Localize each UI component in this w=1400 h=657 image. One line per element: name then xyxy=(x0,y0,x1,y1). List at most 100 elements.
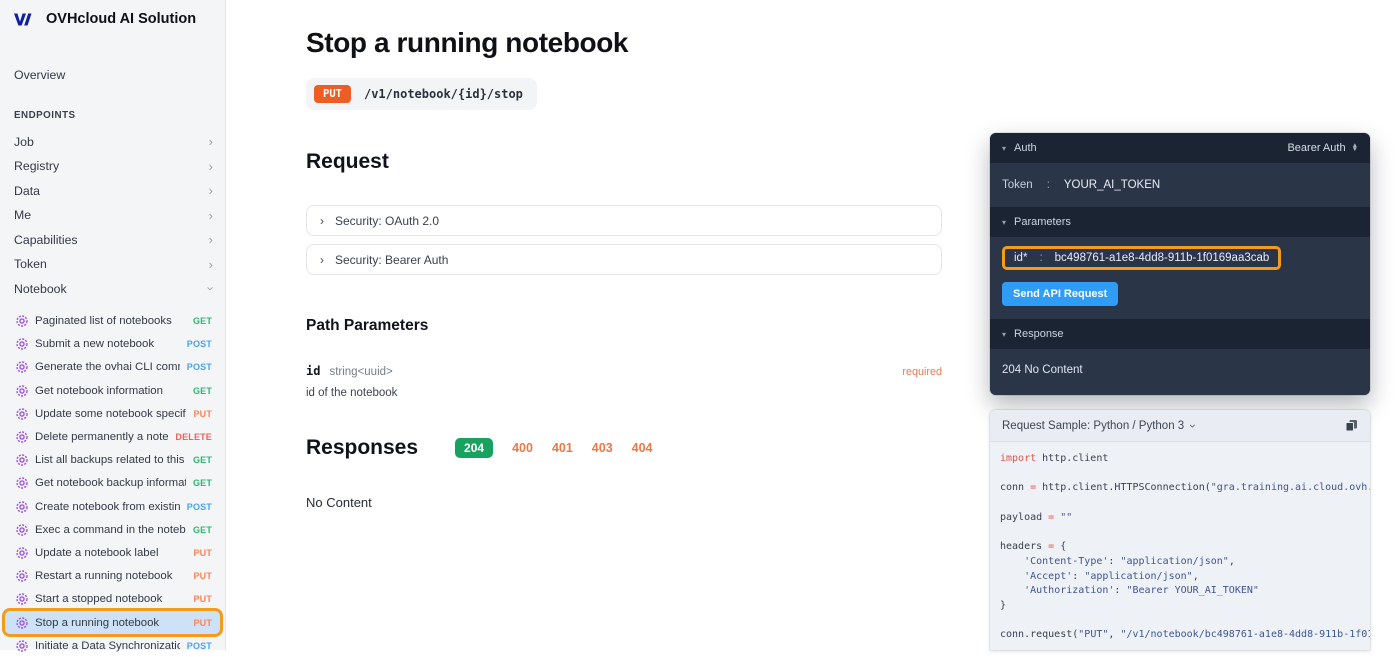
sidebar-item-capabilities[interactable]: Capabilities › xyxy=(0,228,225,253)
target-circle-icon xyxy=(16,338,28,350)
auth-section-label: Auth xyxy=(1014,142,1037,154)
sidebar-item-submit-a-new-notebook[interactable]: Submit a new notebook POST xyxy=(5,333,220,355)
response-code-tab-400[interactable]: 400 xyxy=(512,441,533,455)
send-api-request-button[interactable]: Send API Request xyxy=(1002,282,1119,306)
sidebar-item-update-a-notebook-label[interactable]: Update a notebook label PUT xyxy=(5,542,220,564)
app-title: OVHcloud AI Solution xyxy=(46,11,197,27)
group-label: Job xyxy=(14,134,34,149)
copy-icon[interactable] xyxy=(1345,419,1358,432)
sidebar-item-create-notebook-from-existing-ba[interactable]: Create notebook from existing ba... POST xyxy=(5,496,220,518)
auth-scheme-value: Bearer Auth xyxy=(1287,142,1346,154)
method-badge: GET xyxy=(192,316,212,327)
brand[interactable]: OVHcloud AI Solution xyxy=(0,0,225,37)
sidebar-item-token[interactable]: Token › xyxy=(0,252,225,277)
sidebar-item-data[interactable]: Data › xyxy=(0,179,225,204)
sidebar-item-initiate-a-data-synchronization-o[interactable]: Initiate a Data Synchronization o...POST xyxy=(5,635,220,657)
token-row: Token : YOUR_AI_TOKEN xyxy=(990,163,1370,207)
target-circle-icon xyxy=(16,477,28,490)
param-name: id xyxy=(306,364,321,378)
endpoint-label: List all backups related to this not... xyxy=(35,454,186,467)
method-badge: POST xyxy=(186,640,212,651)
path-parameter-row: id string<uuid> required xyxy=(306,364,942,378)
group-label: Me xyxy=(14,208,32,223)
security-rows: › Security: OAuth 2.0 › Security: Bearer… xyxy=(306,205,942,275)
method-badge: PUT xyxy=(193,547,212,558)
sidebar-item-start-a-stopped-notebook[interactable]: Start a stopped notebook PUT xyxy=(5,588,220,610)
chevron-right-icon: › xyxy=(208,134,213,150)
sidebar-item-generate-the-ovhai-cli-command[interactable]: Generate the ovhai CLI command... POST xyxy=(5,356,220,378)
method-badge: DELETE xyxy=(175,432,212,443)
endpoints-section-label: ENDPOINTS xyxy=(14,109,76,121)
method-badge: POST xyxy=(186,501,212,512)
auth-scheme-selector[interactable]: Bearer Auth ▲ ▼ xyxy=(1287,142,1358,154)
target-circle-icon xyxy=(16,593,28,606)
endpoint-label: Restart a running notebook xyxy=(35,570,173,583)
target-circle-icon xyxy=(16,570,28,582)
security-oauth-row[interactable]: › Security: OAuth 2.0 xyxy=(306,205,942,236)
up-down-arrows-icon: ▲ ▼ xyxy=(1351,141,1358,153)
chevron-down-icon: › xyxy=(1186,423,1201,428)
chevron-right-icon: › xyxy=(208,183,213,199)
response-body-text: No Content xyxy=(306,495,372,510)
target-circle-icon xyxy=(16,431,28,443)
response-code-tab-403[interactable]: 403 xyxy=(592,441,613,455)
python-code-sample: import http.client conn = http.client.HT… xyxy=(1000,453,1370,641)
sidebar-item-get-notebook-information[interactable]: Get notebook information GET xyxy=(5,380,220,402)
endpoint-label: Create notebook from existing ba... xyxy=(35,500,180,513)
chevron-right-icon: › xyxy=(320,252,324,267)
target-circle-icon xyxy=(16,315,28,327)
sidebar-groups: Job › Registry › Data › Me › Capabilities › Token › xyxy=(0,130,225,277)
sidebar-item-get-notebook-backup-information[interactable]: Get notebook backup information GET xyxy=(5,472,220,494)
chevron-right-icon: › xyxy=(320,213,324,228)
sidebar-item-delete-permanently-a-notebook[interactable]: Delete permanently a notebook DELETE xyxy=(5,426,220,448)
token-label: Token xyxy=(1002,179,1033,191)
endpoint-label: Exec a command in the notebook xyxy=(35,523,186,536)
client-param-value-field[interactable]: bc498761-a1e8-4dd8-911b-1f0169aa3cab xyxy=(1055,252,1270,264)
endpoint-label: Paginated list of notebooks xyxy=(35,315,172,328)
sidebar-item-restart-a-running-notebook[interactable]: Restart a running notebook PUT xyxy=(5,565,220,587)
param-description: id of the notebook xyxy=(306,387,398,399)
sidebar-item-overview[interactable]: Overview xyxy=(0,63,225,88)
request-sample-panel: Request Sample: Python / Python 3 › impo… xyxy=(990,410,1370,650)
parameters-section-label: Parameters xyxy=(1014,216,1071,228)
sidebar-item-registry[interactable]: Registry › xyxy=(0,154,225,179)
method-badge: PUT xyxy=(193,571,212,582)
target-circle-icon xyxy=(16,361,28,374)
response-code-tab-404[interactable]: 404 xyxy=(632,441,653,455)
security-bearer-row[interactable]: › Security: Bearer Auth xyxy=(306,244,942,275)
response-section-header[interactable]: ▾ Response xyxy=(990,319,1370,349)
target-circle-icon xyxy=(16,408,28,420)
chevron-right-icon: › xyxy=(208,232,213,248)
request-heading: Request xyxy=(306,150,389,173)
sidebar-item-notebook[interactable]: Notebook › xyxy=(0,277,225,302)
sidebar-item-me[interactable]: Me › xyxy=(0,203,225,228)
endpoint-label: Start a stopped notebook xyxy=(35,593,163,606)
token-separator: : xyxy=(1046,179,1050,191)
sidebar-item-stop-a-running-notebook[interactable]: Stop a running notebook PUT xyxy=(5,611,220,634)
sidebar-item-exec-a-command-in-the-notebook[interactable]: Exec a command in the notebook GET xyxy=(5,519,220,541)
ovhcloud-logo-icon xyxy=(14,13,32,25)
token-value-field[interactable]: YOUR_AI_TOKEN xyxy=(1064,179,1160,191)
triangle-down-icon: ▾ xyxy=(1002,217,1007,227)
parameters-section-header[interactable]: ▾ Parameters xyxy=(990,207,1370,237)
api-client-panel: ▾ Auth Bearer Auth ▲ ▼ Token : YOUR_AI_TO… xyxy=(990,133,1370,395)
target-circle-icon xyxy=(16,524,28,536)
sidebar-item-paginated-list-of-notebooks[interactable]: Paginated list of notebooks GET xyxy=(5,310,220,332)
endpoint-label: Generate the ovhai CLI command... xyxy=(35,361,180,374)
notebook-endpoint-list: Paginated list of notebooks GET Submit a n… xyxy=(0,310,225,657)
response-code-tab-204[interactable]: 204 xyxy=(455,438,494,458)
sidebar-item-update-some-notebook-specificati[interactable]: Update some notebook specificati... PUT xyxy=(5,403,220,425)
request-sample-selector[interactable]: Request Sample: Python / Python 3 xyxy=(1002,420,1184,432)
sidebar-item-job[interactable]: Job › xyxy=(0,130,225,155)
response-section-label: Response xyxy=(1014,328,1064,340)
request-sample-header: Request Sample: Python / Python 3 › xyxy=(990,410,1370,442)
responses-header: Responses 204 400 401 403 404 xyxy=(306,436,942,460)
sidebar-item-list-all-backups-related-to-this-not[interactable]: List all backups related to this not... G… xyxy=(5,449,220,471)
method-badge: GET xyxy=(192,478,212,489)
triangle-down-icon: ▾ xyxy=(1002,143,1007,153)
auth-section-header[interactable]: ▾ Auth Bearer Auth ▲ ▼ xyxy=(990,133,1370,163)
target-circle-icon xyxy=(16,454,28,466)
response-code-tab-401[interactable]: 401 xyxy=(552,441,573,455)
put-method-badge: PUT xyxy=(314,85,351,103)
path-parameters-heading: Path Parameters xyxy=(306,317,429,334)
